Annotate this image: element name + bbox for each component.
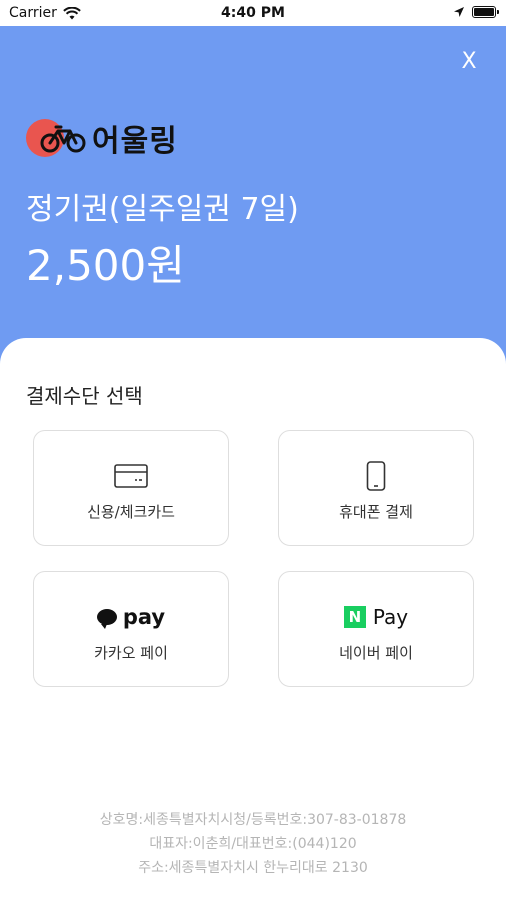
location-arrow-icon bbox=[454, 7, 464, 17]
mobile-phone-icon bbox=[366, 461, 386, 491]
footer-representative-line: 대표자:이춘희/대표번호:(044)120 bbox=[149, 836, 357, 852]
footer-company-line: 상호명:세종특별자치시청/등록번호:307-83-01878 bbox=[99, 812, 407, 828]
speech-bubble-icon bbox=[96, 609, 117, 629]
product-price: 2,500원 bbox=[26, 241, 185, 290]
section-title: 결제수단 선택 bbox=[26, 384, 143, 408]
footer-address-line: 주소:세종특별자치시 한누리대로 2130 bbox=[138, 860, 368, 876]
close-button[interactable]: X bbox=[454, 46, 484, 76]
naver-pay-logo-text: Pay bbox=[372, 605, 409, 629]
kakao-pay-logo: pay bbox=[96, 605, 166, 629]
payment-sheet: 결제수단 선택 신용/체크카드 휴대폰 결제 pay 카카오 페이 N Pay … bbox=[0, 338, 506, 900]
status-bar: Carrier 4:40 PM bbox=[0, 0, 506, 26]
naver-pay-option[interactable]: N Pay 네이버 페이 bbox=[278, 571, 474, 687]
option-label: 신용/체크카드 bbox=[87, 503, 175, 521]
kakao-pay-option[interactable]: pay 카카오 페이 bbox=[33, 571, 229, 687]
naver-n-icon: N bbox=[343, 606, 366, 628]
mobile-payment-option[interactable]: 휴대폰 결제 bbox=[278, 430, 474, 546]
credit-card-icon bbox=[114, 464, 148, 488]
status-time: 4:40 PM bbox=[221, 5, 285, 21]
payment-header: X 어울링 정기권(일주일권 7일) 2,500원 bbox=[0, 26, 506, 366]
battery-icon bbox=[472, 6, 499, 18]
business-info-footer: 상호명:세종특별자치시청/등록번호:307-83-01878 대표자:이춘희/대… bbox=[0, 808, 506, 880]
bicycle-icon bbox=[40, 125, 86, 153]
option-label: 카카오 페이 bbox=[94, 644, 168, 662]
naver-pay-logo: N Pay bbox=[343, 605, 409, 629]
brand-name: 어울링 bbox=[92, 124, 178, 159]
kakao-pay-logo-text: pay bbox=[122, 605, 166, 629]
credit-card-option[interactable]: 신용/체크카드 bbox=[33, 430, 229, 546]
brand-logo: 어울링 bbox=[26, 116, 177, 160]
option-label: 휴대폰 결제 bbox=[339, 503, 413, 521]
status-right-group bbox=[454, 6, 499, 18]
option-label: 네이버 페이 bbox=[339, 644, 413, 662]
product-name: 정기권(일주일권 7일) bbox=[26, 192, 299, 227]
